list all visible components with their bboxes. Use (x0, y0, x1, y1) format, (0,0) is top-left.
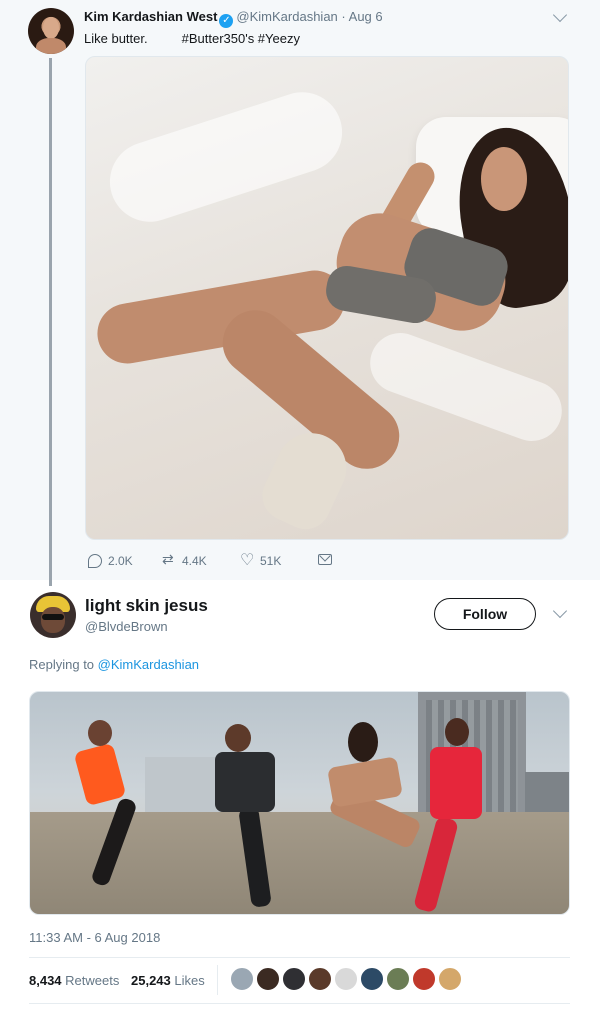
header-separator: · (341, 9, 346, 24)
parent-tweet-body: Like butter. (84, 31, 148, 46)
likes-label: Likes (174, 973, 205, 988)
parent-author-name[interactable]: Kim Kardashian West (84, 9, 217, 24)
retweets-count: 8,434 (29, 973, 62, 988)
parent-tweet-hashtags[interactable]: #Butter350's #Yeezy (182, 31, 300, 46)
reply-icon (88, 554, 102, 568)
like-icon (240, 550, 254, 570)
parent-author-avatar[interactable] (28, 8, 74, 54)
main-author-name[interactable]: light skin jesus (85, 596, 208, 616)
chevron-down-icon[interactable] (552, 7, 568, 23)
stats-bottom-divider (29, 1003, 570, 1004)
engagement-stats: 8,434 Retweets 25,243 Likes (29, 973, 205, 988)
liker-avatar[interactable] (230, 967, 254, 991)
liker-avatars (230, 967, 462, 991)
liker-avatar[interactable] (334, 967, 358, 991)
liker-avatar[interactable] (438, 967, 462, 991)
retweet-count: 4.4K (182, 554, 207, 568)
message-icon (318, 554, 332, 565)
liker-avatar[interactable] (282, 967, 306, 991)
likes-count: 25,243 (131, 973, 171, 988)
verified-badge-icon: ✓ (219, 14, 234, 28)
main-author-avatar[interactable] (30, 592, 76, 638)
liker-avatar[interactable] (360, 967, 384, 991)
parent-author-handle[interactable]: @KimKardashian (236, 9, 337, 24)
liker-avatar[interactable] (386, 967, 410, 991)
liker-avatar[interactable] (256, 967, 280, 991)
thread-connector-line (49, 58, 52, 586)
parent-tweet-header: Kim Kardashian West ✓ @KimKardashian · Aug… (84, 9, 383, 28)
like-count: 51K (260, 554, 282, 568)
parent-tweet-photo[interactable] (85, 56, 569, 540)
parent-tweet-text: Like butter. #Butter350's #Yeezy (84, 31, 300, 46)
liker-avatar[interactable] (308, 967, 332, 991)
stats-separator (217, 965, 218, 995)
retweets-stat[interactable]: 8,434 Retweets (29, 973, 119, 988)
stats-top-divider (29, 957, 570, 958)
like-action[interactable]: 51K (240, 550, 282, 570)
retweet-action[interactable]: 4.4K (162, 551, 207, 568)
liker-avatar[interactable] (412, 967, 436, 991)
message-action[interactable] (318, 554, 332, 565)
retweets-label: Retweets (65, 973, 120, 988)
parent-tweet: Kim Kardashian West ✓ @KimKardashian · Aug… (0, 0, 600, 586)
main-tweet-photo[interactable] (29, 691, 570, 915)
chevron-down-icon[interactable] (552, 603, 568, 619)
reply-action[interactable]: 2.0K (88, 554, 133, 568)
replying-prefix: Replying to (29, 657, 95, 672)
likes-stat[interactable]: 25,243 Likes (131, 973, 205, 988)
reply-count: 2.0K (108, 554, 133, 568)
replying-to-mention[interactable]: @KimKardashian (98, 657, 199, 672)
follow-button[interactable]: Follow (434, 598, 536, 630)
parent-tweet-date[interactable]: Aug 6 (349, 9, 383, 24)
tweet-timestamp[interactable]: 11:33 AM - 6 Aug 2018 (29, 930, 160, 945)
main-author-handle[interactable]: @BlvdeBrown (85, 619, 168, 634)
retweet-icon (162, 551, 176, 568)
replying-to-line: Replying to @KimKardashian (29, 657, 199, 672)
